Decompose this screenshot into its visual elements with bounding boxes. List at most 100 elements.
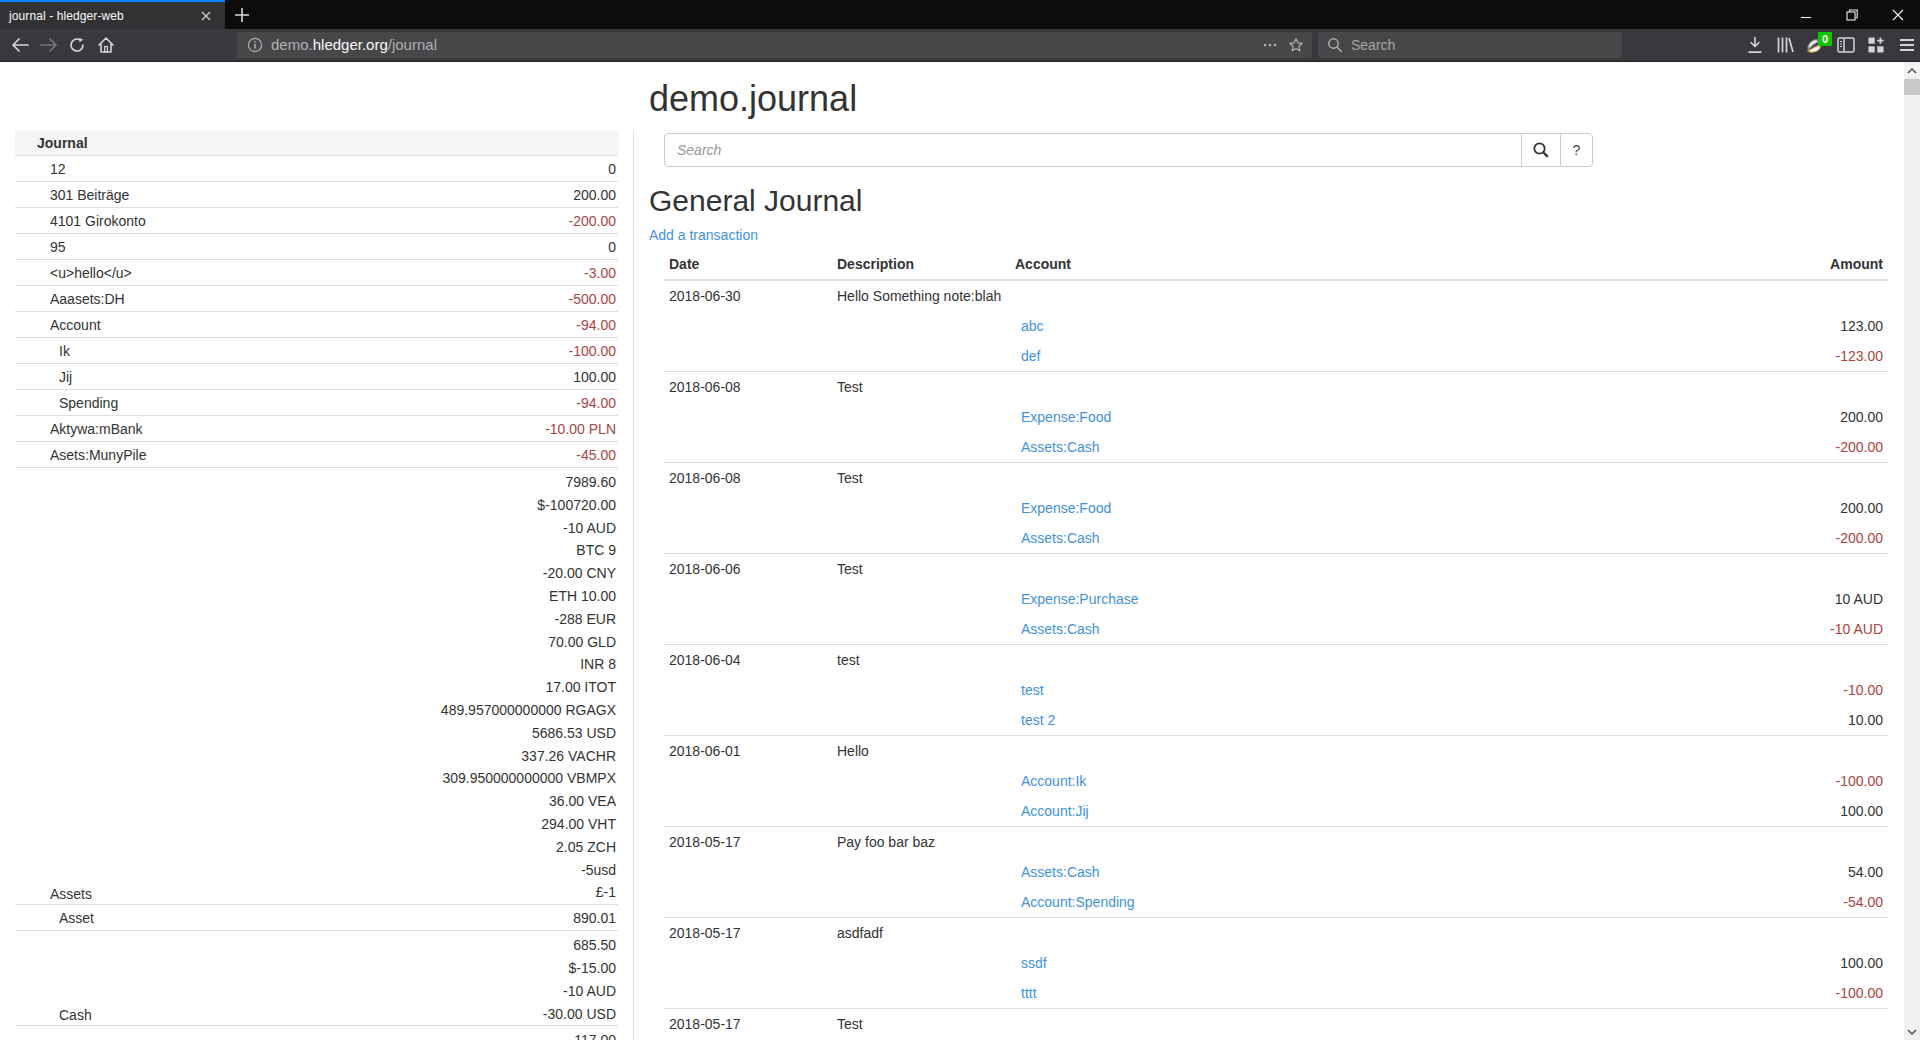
sidebar-journal-link[interactable]: Journal <box>37 135 88 151</box>
sidebar-account-link[interactable]: 301 Beiträge <box>50 187 129 203</box>
library-button[interactable] <box>1771 31 1799 59</box>
search-input[interactable] <box>664 133 1522 167</box>
sidebar-account-balance: 7989.60 <box>565 474 616 490</box>
posting-account-link[interactable]: Assets:Cash <box>1021 530 1100 546</box>
transaction-title-row[interactable]: 2018-06-08Test <box>664 372 1888 403</box>
sidebar-account-balance: ETH 10.00 <box>549 588 616 604</box>
transaction-title-row[interactable]: 2018-05-17Test <box>664 1009 1888 1040</box>
page-title: demo.journal <box>649 79 1889 119</box>
extension-button[interactable]: 0 <box>1801 31 1829 59</box>
posting-amount: -54.00 <box>1588 887 1888 918</box>
window-minimize-button[interactable] <box>1783 0 1828 29</box>
site-info-icon[interactable] <box>247 37 263 56</box>
sidebar-account-row: 950 <box>15 234 618 260</box>
sidebar-account-balance: 0 <box>608 161 616 177</box>
add-transaction-link[interactable]: Add a transaction <box>649 227 758 243</box>
sidebar-account-balance: 294.00 VHT <box>541 816 616 832</box>
transaction-title-row[interactable]: 2018-06-06Test <box>664 554 1888 585</box>
posting-account-link[interactable]: Assets:Cash <box>1021 864 1100 880</box>
sidebar-account-row: <u>hello</u>-3.00 <box>15 260 618 286</box>
posting-row: test-10.00 <box>664 675 1888 705</box>
transaction-description: Pay foo bar baz <box>832 827 1010 858</box>
posting-account-link[interactable]: Assets:Cash <box>1021 439 1100 455</box>
scrollbar-up-arrow[interactable] <box>1904 62 1920 79</box>
scrollbar-down-arrow[interactable] <box>1904 1023 1920 1040</box>
sidebar-account-balance: 5686.53 USD <box>532 725 616 741</box>
sidebar-account-row: Spending-94.00 <box>15 390 618 416</box>
header-account: Account <box>1010 249 1588 280</box>
posting-account-link[interactable]: Expense:Purchase <box>1021 591 1139 607</box>
transaction-title-row[interactable]: 2018-05-17Pay foo bar baz <box>664 827 1888 858</box>
sidebar-account-balance: 337.26 VACHR <box>521 748 616 764</box>
page-actions-icon[interactable] <box>1262 37 1278 56</box>
new-tab-button[interactable] <box>231 4 253 26</box>
menu-button[interactable] <box>1893 31 1920 59</box>
page-scrollbar[interactable] <box>1904 62 1920 1040</box>
sidebar-account-row: Asets:MunyPile-45.00 <box>15 442 618 468</box>
window-restore-button[interactable] <box>1829 0 1874 29</box>
sidebar-account-link[interactable]: Account <box>50 317 101 333</box>
sidebars-button[interactable] <box>1832 31 1860 59</box>
sidebar-account-balance: $-100720.00 <box>537 497 616 513</box>
posting-account-link[interactable]: Expense:Food <box>1021 409 1111 425</box>
tab-close-icon[interactable] <box>198 8 214 24</box>
posting-account-link[interactable]: test 2 <box>1021 712 1055 728</box>
home-button[interactable] <box>92 31 120 59</box>
search-help-button[interactable]: ? <box>1560 133 1593 167</box>
posting-account-link[interactable]: Account:Jij <box>1021 803 1089 819</box>
sidebar-account-link[interactable]: Asets:MunyPile <box>50 447 146 463</box>
browser-search-bar[interactable]: Search <box>1318 32 1622 58</box>
sidebar-account-link[interactable]: Jij <box>59 369 72 385</box>
sidebar-account-link[interactable]: 95 <box>50 239 66 255</box>
sidebar-account-link[interactable]: Asset <box>59 910 94 926</box>
forward-button[interactable] <box>35 31 63 59</box>
posting-account-link[interactable]: test <box>1021 682 1044 698</box>
sidebar-account-balance: 200.00 <box>573 187 616 203</box>
posting-account-link[interactable]: abc <box>1021 318 1044 334</box>
window-close-button[interactable] <box>1875 0 1920 29</box>
sidebar-account-link[interactable]: 12 <box>50 161 66 177</box>
posting-row: abc123.00 <box>664 311 1888 341</box>
downloads-button[interactable] <box>1741 31 1769 59</box>
transaction-title-row[interactable]: 2018-05-17asdfadf <box>664 918 1888 949</box>
posting-account-link[interactable]: ssdf <box>1021 955 1047 971</box>
sidebar-account-link[interactable]: Assets <box>50 886 92 902</box>
sidebar-account-link[interactable]: <u>hello</u> <box>50 265 132 281</box>
add-transaction-wrap: Add a transaction <box>649 227 1889 247</box>
scrollbar-thumb[interactable] <box>1904 79 1920 95</box>
posting-row: test 210.00 <box>664 705 1888 736</box>
back-button[interactable] <box>6 31 34 59</box>
sidebar-account-link[interactable]: Aaasets:DH <box>50 291 125 307</box>
sidebar-account-balance: -30.00 USD <box>543 1006 616 1022</box>
transaction-title-row[interactable]: 2018-06-04test <box>664 645 1888 676</box>
posting-account-link[interactable]: Account:Spending <box>1021 894 1135 910</box>
sidebar-account-link[interactable]: Ik <box>59 343 70 359</box>
tab-journal[interactable]: journal - hledger-web <box>0 0 225 29</box>
posting-amount: 54.00 <box>1588 857 1888 887</box>
posting-account-link[interactable]: Expense:Food <box>1021 500 1111 516</box>
search-submit-button[interactable] <box>1521 133 1561 167</box>
sidebar-account-balance: £-1 <box>596 884 616 900</box>
posting-amount: -100.00 <box>1588 978 1888 1009</box>
transaction-date: 2018-06-06 <box>664 554 832 585</box>
header-amount: Amount <box>1588 249 1888 280</box>
posting-account-link[interactable]: Assets:Cash <box>1021 621 1100 637</box>
transaction-title-row[interactable]: 2018-06-01Hello <box>664 736 1888 767</box>
transaction-title-row[interactable]: 2018-06-08Test <box>664 463 1888 494</box>
sidebar-account-link[interactable]: Aktywa:mBank <box>50 421 143 437</box>
posting-account-link[interactable]: def <box>1021 348 1040 364</box>
sidebar-account-link[interactable]: 4101 Girokonto <box>50 213 146 229</box>
sidebar-account-link[interactable]: Spending <box>59 395 118 411</box>
posting-row: Assets:Cash-200.00 <box>664 432 1888 463</box>
posting-account-link[interactable]: Account:Ik <box>1021 773 1086 789</box>
sidebar-account-link[interactable]: Cash <box>59 1007 92 1023</box>
url-bar[interactable]: demo.hledger.org/journal <box>237 32 1312 58</box>
transaction-title-row[interactable]: 2018-06-30Hello Something note:blah <box>664 280 1888 311</box>
url-text: demo.hledger.org/journal <box>271 36 437 53</box>
reload-button[interactable] <box>63 31 91 59</box>
posting-account-link[interactable]: tttt <box>1021 985 1037 1001</box>
addons-grid-button[interactable] <box>1862 31 1890 59</box>
search-icon <box>1327 37 1343 56</box>
bookmark-star-icon[interactable] <box>1288 37 1304 56</box>
transaction-date: 2018-06-30 <box>664 280 832 311</box>
